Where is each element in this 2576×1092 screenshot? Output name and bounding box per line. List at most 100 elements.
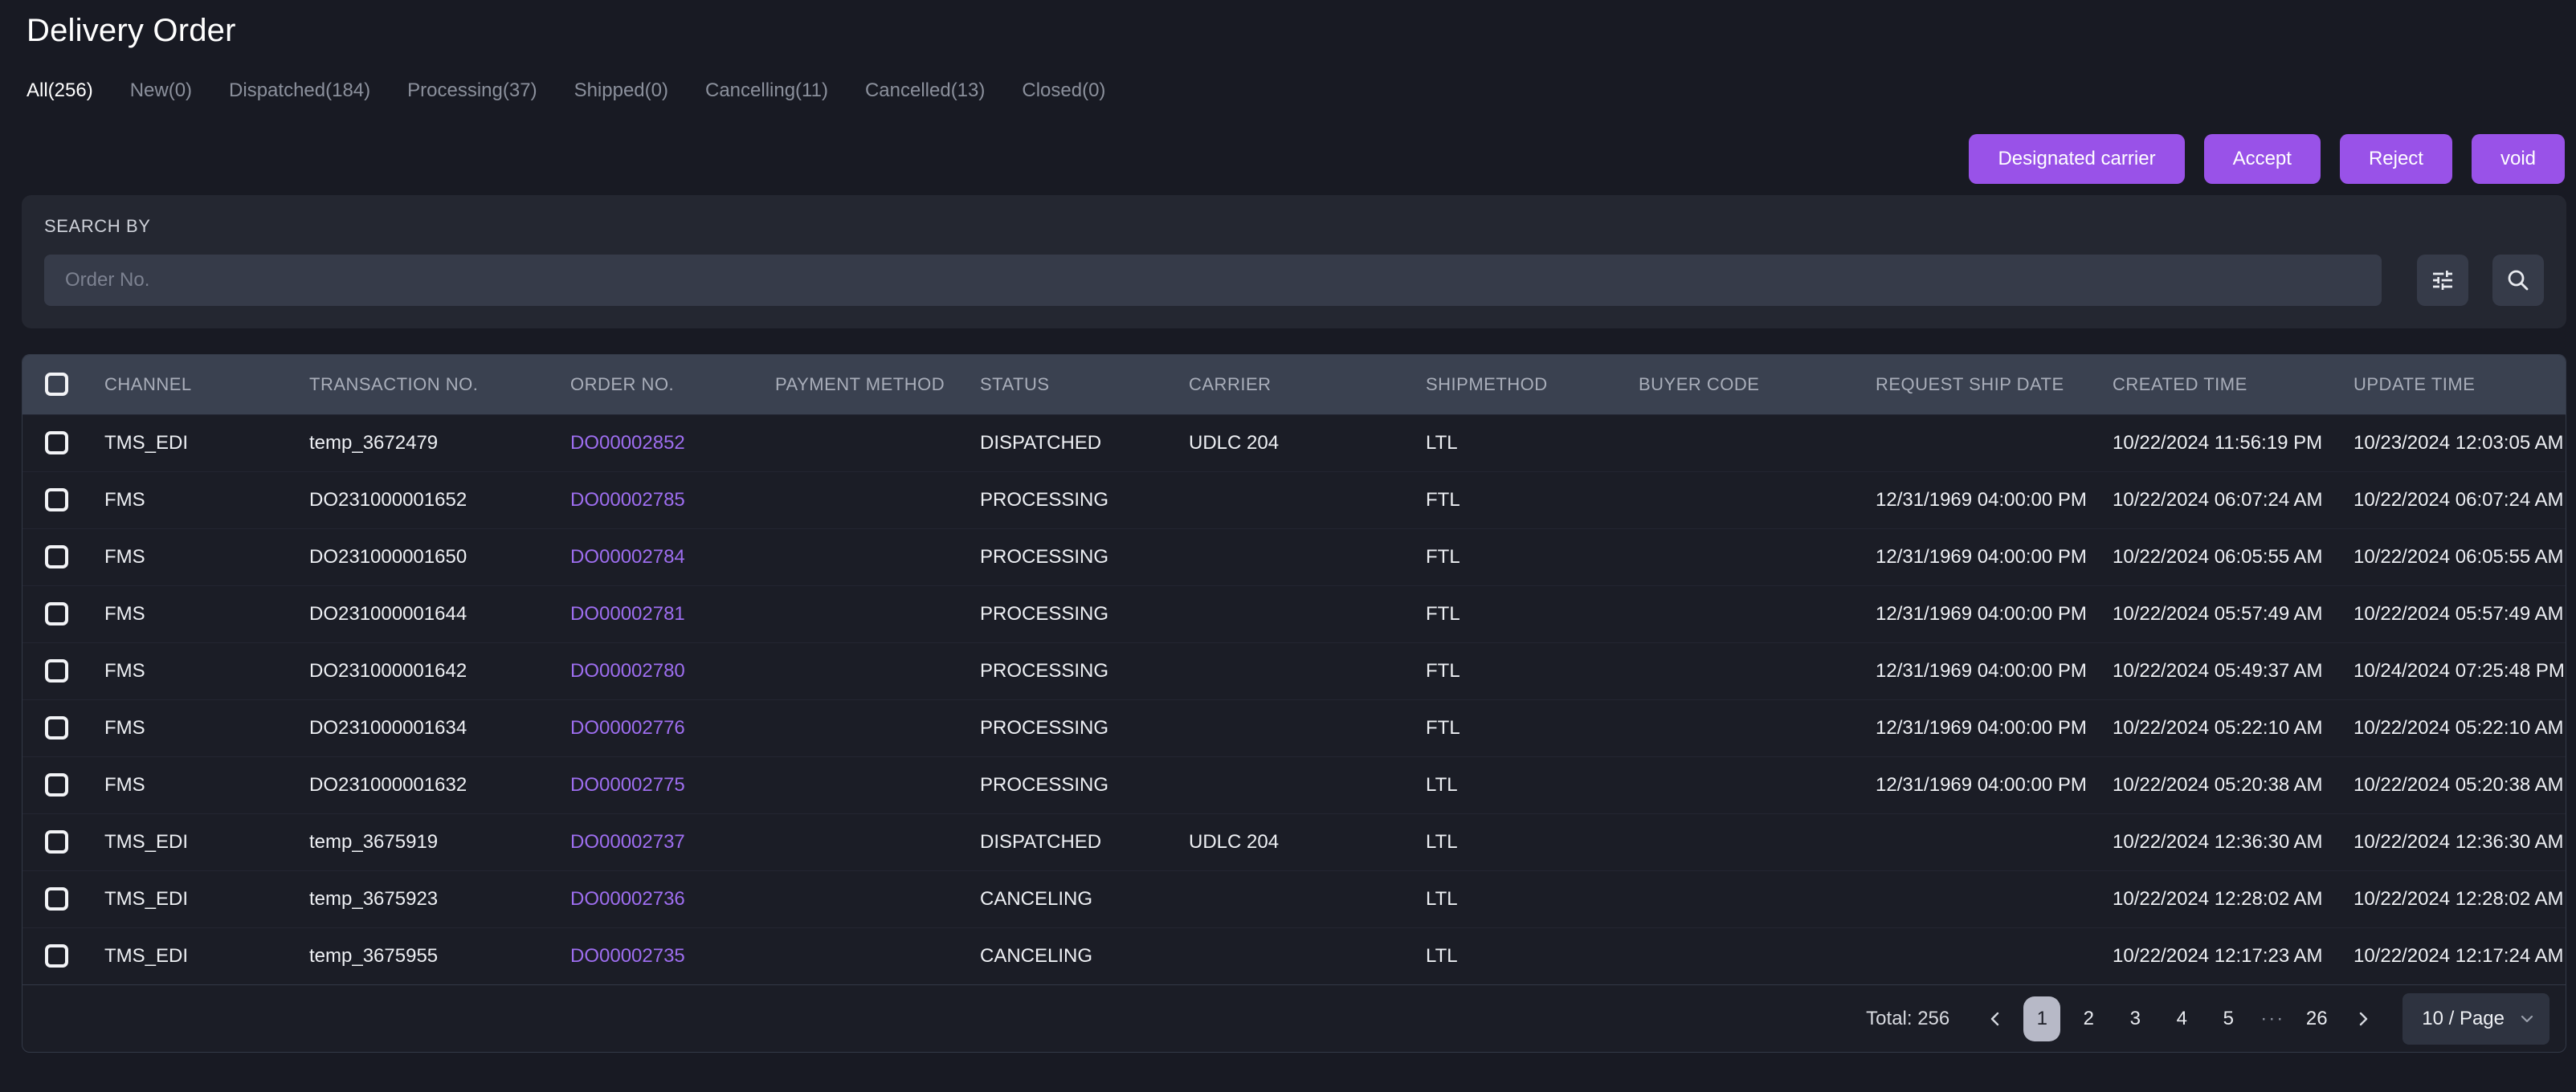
designated-carrier-button[interactable]: Designated carrier: [1969, 134, 2185, 184]
cell-payment-method: [765, 585, 970, 642]
cell-carrier: UDLC 204: [1189, 830, 1280, 853]
row-checkbox[interactable]: [45, 602, 68, 625]
cell-carrier: [1179, 699, 1416, 756]
cell-shipmethod: LTL: [1426, 773, 1458, 796]
cell-status: PROCESSING: [980, 773, 1109, 796]
page-2[interactable]: 2: [2070, 996, 2107, 1041]
cell-update-time: 10/22/2024 05:22:10 AM: [2354, 716, 2564, 739]
tab-all[interactable]: All(256): [27, 79, 93, 102]
cell-update-time: 10/22/2024 12:17:24 AM: [2354, 944, 2564, 967]
table-row: FMS DO231000001642 DO00002780 PROCESSING FTL…: [22, 642, 2566, 699]
order-no-search-input[interactable]: [44, 255, 2382, 306]
row-checkbox[interactable]: [45, 659, 68, 682]
row-checkbox[interactable]: [45, 545, 68, 568]
tab-dispatched[interactable]: Dispatched(184): [229, 79, 370, 102]
order-no-link[interactable]: DO00002852: [561, 414, 765, 471]
cell-shipmethod: LTL: [1426, 944, 1458, 967]
tab-cancelling[interactable]: Cancelling(11): [705, 79, 828, 102]
order-no-link[interactable]: DO00002780: [561, 642, 765, 699]
row-checkbox-cell: [22, 813, 95, 870]
select-all-header-cell: [22, 355, 95, 414]
filter-settings-button[interactable]: [2417, 255, 2468, 306]
page-1[interactable]: 1: [2023, 996, 2061, 1041]
tab-new[interactable]: New(0): [130, 79, 192, 102]
cell-status: CANCELING: [980, 887, 1093, 910]
order-no-link[interactable]: DO00002737: [561, 813, 765, 870]
tab-closed[interactable]: Closed(0): [1022, 79, 1105, 102]
tab-shipped[interactable]: Shipped(0): [574, 79, 668, 102]
action-buttons-row: Designated carrier Accept Reject void: [0, 134, 2576, 184]
cell-buyer-code: [1629, 870, 1866, 927]
table-row: TMS_EDI temp_3675955 DO00002735 CANCELING LT…: [22, 927, 2566, 984]
cell-payment-method: [765, 642, 970, 699]
order-no-link[interactable]: DO00002784: [561, 528, 765, 585]
order-no-link[interactable]: DO00002775: [561, 756, 765, 813]
cell-channel: FMS: [104, 545, 145, 568]
cell-shipmethod: FTL: [1426, 488, 1460, 511]
next-page-button[interactable]: [2345, 996, 2382, 1041]
cell-request-ship-date: 12/31/1969 04:00:00 PM: [1876, 545, 2087, 568]
cell-created-time: 10/22/2024 05:22:10 AM: [2113, 716, 2323, 739]
page-number-list: 1 2 3 4 5 ··· 26: [2023, 996, 2335, 1041]
cell-payment-method: [765, 528, 970, 585]
cell-status: DISPATCHED: [980, 830, 1102, 853]
accept-button[interactable]: Accept: [2203, 134, 2321, 184]
row-checkbox[interactable]: [45, 887, 68, 911]
row-checkbox-cell: [22, 699, 95, 756]
cell-buyer-code: [1629, 699, 1866, 756]
cell-update-time: 10/22/2024 05:20:38 AM: [2354, 773, 2564, 796]
order-no-link[interactable]: DO00002785: [561, 471, 765, 528]
reject-button[interactable]: Reject: [2339, 134, 2452, 184]
pagination-bar: Total: 256 1 2 3 4 5 ··· 26 10 / Page: [22, 984, 2566, 1052]
order-no-link[interactable]: DO00002781: [561, 585, 765, 642]
row-checkbox[interactable]: [45, 773, 68, 797]
column-header-update-time: UPDATE TIME: [2344, 355, 2566, 414]
row-checkbox[interactable]: [45, 488, 68, 511]
cell-transaction-no: DO231000001652: [309, 488, 467, 511]
column-header-shipmethod: SHIPMETHOD: [1416, 355, 1629, 414]
search-button[interactable]: [2492, 255, 2544, 306]
cell-status: CANCELING: [980, 944, 1093, 967]
row-checkbox-cell: [22, 756, 95, 813]
cell-payment-method: [765, 699, 970, 756]
page-4[interactable]: 4: [2163, 996, 2200, 1041]
row-checkbox[interactable]: [45, 716, 68, 740]
cell-carrier: [1179, 471, 1416, 528]
page-26[interactable]: 26: [2298, 996, 2335, 1041]
page-size-select[interactable]: 10 / Page: [2402, 992, 2549, 1045]
order-no-link[interactable]: DO00002735: [561, 927, 765, 984]
cell-shipmethod: LTL: [1426, 830, 1458, 853]
cell-channel: FMS: [104, 716, 145, 739]
page-5[interactable]: 5: [2210, 996, 2247, 1041]
tune-sliders-icon: [2430, 267, 2456, 293]
row-checkbox[interactable]: [45, 830, 68, 854]
page-title: Delivery Order: [27, 13, 236, 48]
cell-channel: TMS_EDI: [104, 944, 189, 967]
row-checkbox[interactable]: [45, 944, 68, 968]
cell-buyer-code: [1629, 927, 1866, 984]
status-tabs: All(256) New(0) Dispatched(184) Processing(…: [27, 79, 2576, 102]
order-no-link[interactable]: DO00002736: [561, 870, 765, 927]
previous-page-button[interactable]: [1977, 996, 2014, 1041]
cell-request-ship-date: [1866, 927, 2103, 984]
cell-status: DISPATCHED: [980, 431, 1102, 454]
order-no-link[interactable]: DO00002776: [561, 699, 765, 756]
cell-transaction-no: DO231000001650: [309, 545, 467, 568]
tab-cancelled[interactable]: Cancelled(13): [865, 79, 985, 102]
row-checkbox[interactable]: [45, 431, 68, 454]
cell-carrier: [1179, 870, 1416, 927]
chevron-right-icon: [2354, 1010, 2372, 1028]
cell-update-time: 10/22/2024 12:36:30 AM: [2354, 830, 2564, 853]
tab-processing[interactable]: Processing(37): [407, 79, 537, 102]
pagination-ellipsis: ···: [2260, 1007, 2285, 1029]
cell-payment-method: [765, 414, 970, 471]
page-3[interactable]: 3: [2117, 996, 2153, 1041]
column-header-channel: CHANNEL: [95, 355, 300, 414]
search-panel: SEARCH BY: [22, 195, 2566, 328]
column-header-created-time: CREATED TIME: [2103, 355, 2344, 414]
table-row: TMS_EDI temp_3675923 DO00002736 CANCELING LT…: [22, 870, 2566, 927]
cell-transaction-no: temp_3675919: [309, 830, 439, 853]
select-all-checkbox[interactable]: [45, 373, 68, 397]
void-button[interactable]: void: [2471, 134, 2565, 184]
column-header-request-ship-date: REQUEST SHIP DATE: [1866, 355, 2103, 414]
